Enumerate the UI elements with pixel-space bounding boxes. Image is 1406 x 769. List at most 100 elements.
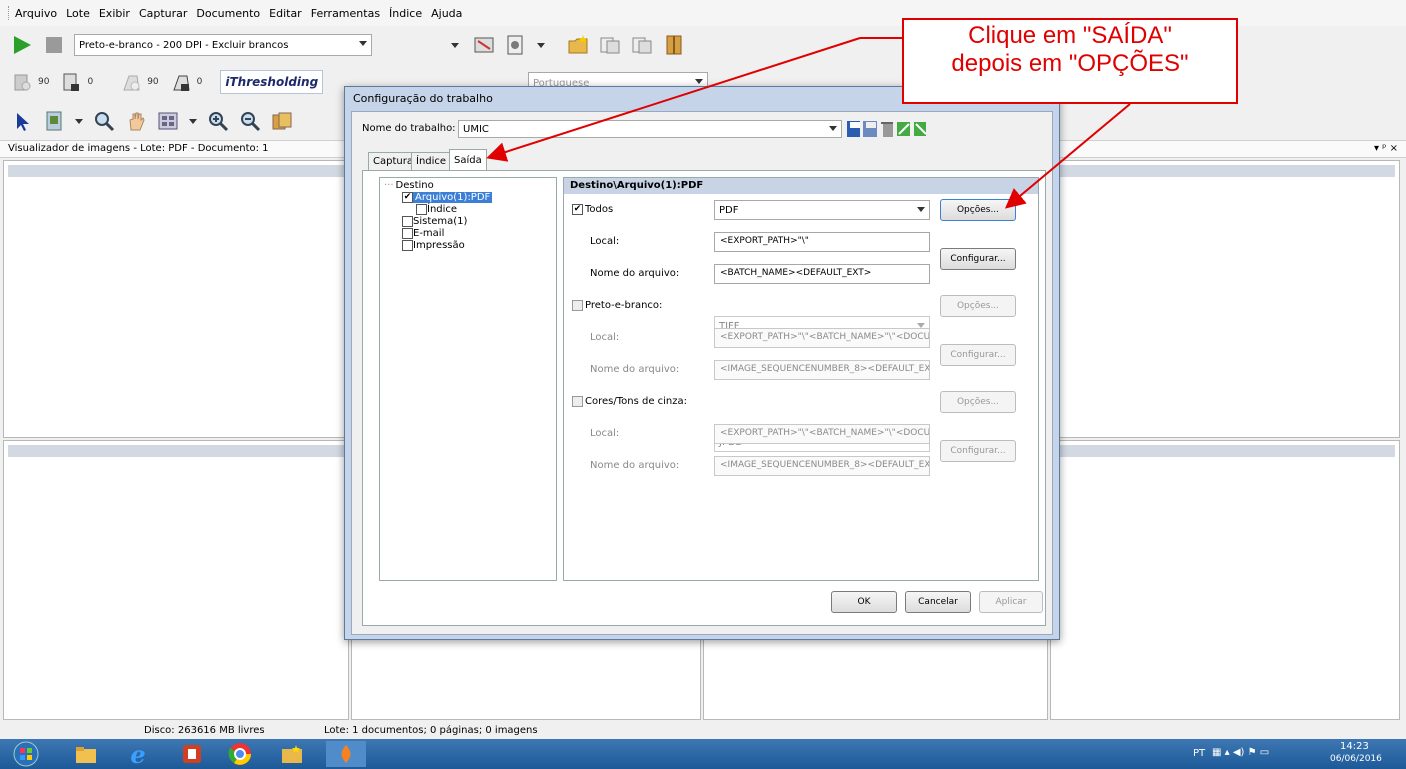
menu-capturar[interactable]: Capturar [139,7,187,20]
save-as-icon[interactable] [862,120,877,138]
internet-explorer-icon[interactable]: e [118,740,158,769]
hand-icon[interactable] [122,107,150,135]
filename-field[interactable]: <IMAGE_SEQUENCENUMBER_8><DEFAULT_EXT [714,360,930,380]
tab-saida[interactable]: Saída [449,149,487,170]
menu-exibir[interactable]: Exibir [99,7,130,20]
configure-label: Configurar... [950,254,1006,264]
capture-app-icon[interactable] [326,741,366,767]
brightness-icon[interactable] [8,68,36,96]
configure-button[interactable]: Configurar... [940,344,1016,366]
local-field[interactable]: <EXPORT_PATH>"\"<BATCH_NAME>"\"<DOCUM [714,424,930,444]
brightness-icon[interactable] [117,68,145,96]
tree-checkbox[interactable] [416,204,427,215]
options-button[interactable]: Opções... [940,391,1016,413]
status-bar: Disco: 263616 MB livres Lote: 1 document… [0,723,1406,739]
image-view-icon[interactable] [40,107,68,135]
tree-root-destino[interactable]: ··· Destino [384,180,434,191]
local-field[interactable]: <EXPORT_PATH>"\" [714,232,930,252]
configure-button[interactable]: Configurar... [940,248,1016,270]
ok-button[interactable]: OK [831,591,897,613]
apply-button[interactable]: Aplicar [979,591,1043,613]
menu-documento[interactable]: Documento [196,7,260,20]
dropdown-arrow-icon[interactable] [186,107,200,135]
image-pane[interactable] [3,440,349,720]
import-icon[interactable] [895,120,910,138]
batch-icon[interactable] [596,31,624,59]
tree-item-sistema[interactable]: Sistema(1) [402,216,467,227]
new-batch-icon[interactable] [564,31,592,59]
options-button[interactable]: Opções... [940,199,1016,221]
tree-checkbox[interactable]: ✔ [402,192,413,203]
tree-root-label: Destino [395,180,434,191]
job-name-value: UMIC [463,123,489,135]
delete-icon[interactable] [879,120,894,138]
filename-field[interactable]: <IMAGE_SEQUENCENUMBER_8><DEFAULT_EXT [714,456,930,476]
scanner-settings-icon[interactable] [470,31,498,59]
outlook-icon[interactable] [172,741,212,767]
tree-checkbox[interactable] [402,228,413,239]
image-pane[interactable] [1050,440,1400,720]
local-field[interactable]: <EXPORT_PATH>"\"<BATCH_NAME>"\"<DOCUM [714,328,930,348]
magnifier-icon[interactable] [90,107,118,135]
menu-ferramentas[interactable]: Ferramentas [311,7,380,20]
thumbnail-icon[interactable] [154,107,182,135]
dropdown-arrow-icon[interactable] [72,107,86,135]
explorer-icon[interactable] [66,741,106,767]
pane-header [8,445,344,457]
format-select[interactable]: PDF [714,200,930,220]
pointer-icon[interactable] [8,107,36,135]
language-indicator[interactable]: PT [1193,748,1205,759]
book-icon[interactable] [660,31,688,59]
checkbox[interactable]: ✔ [572,204,583,215]
image-pane[interactable] [3,160,349,438]
batch-status: Lote: 1 documentos; 0 páginas; 0 imagens [324,725,538,736]
pane-header [1055,165,1395,177]
zoom-in-icon[interactable] [204,107,232,135]
contrast-icon[interactable] [57,68,85,96]
bw-checkbox[interactable]: Preto-e-branco: [572,300,662,311]
ithresholding-button[interactable]: iThresholding [220,70,324,94]
batch-icon[interactable] [628,31,656,59]
tree-checkbox[interactable] [402,216,413,227]
profile-select[interactable]: Preto-e-branco - 200 DPI - Excluir branc… [74,34,372,56]
configure-button[interactable]: Configurar... [940,440,1016,462]
filename-field[interactable]: <BATCH_NAME><DEFAULT_EXT> [714,264,930,284]
checkbox[interactable] [572,396,583,407]
job-name-select[interactable]: UMIC [458,120,842,138]
tree-item-indice[interactable]: Índice [416,204,457,215]
tree-item-email[interactable]: E-mail [402,228,444,239]
menu-lote[interactable]: Lote [66,7,90,20]
cancel-button[interactable]: Cancelar [905,591,971,613]
zoom-out-icon[interactable] [236,107,264,135]
tree-checkbox[interactable] [402,240,413,251]
todos-checkbox[interactable]: ✔ Todos [572,204,613,215]
menu-ajuda[interactable]: Ajuda [431,7,462,20]
menu-editar[interactable]: Editar [269,7,302,20]
menu-arquivo[interactable]: Arquivo [15,7,57,20]
contrast-icon[interactable] [167,68,195,96]
tree-item-label: E-mail [413,228,445,239]
export-icon[interactable] [912,120,927,138]
options-button[interactable]: Opções... [940,295,1016,317]
color-checkbox[interactable]: Cores/Tons de cinza: [572,396,687,407]
play-icon[interactable] [8,31,36,59]
chevron-down-icon [829,126,837,131]
tray-icons[interactable]: ▦ ▴ ◀) ⚑ ▭ [1212,747,1292,761]
documents-icon[interactable] [268,107,296,135]
app-icon[interactable] [272,741,312,767]
menu-indice[interactable]: Índice [389,7,422,20]
chrome-icon[interactable] [220,741,260,767]
tree-item-arquivo-pdf[interactable]: ✔ Arquivo(1):PDF [402,192,493,203]
image-pane[interactable] [1050,160,1400,438]
stop-icon[interactable] [40,31,68,59]
dropdown-arrow-icon[interactable] [444,31,466,59]
checkbox[interactable] [572,300,583,311]
tree-item-impressao[interactable]: Impressão [402,240,465,251]
start-button[interactable] [6,741,46,767]
panel-controls-icon[interactable]: ▾ ᵖ × [1374,143,1398,154]
dropdown-arrow-icon[interactable] [534,31,548,59]
page-setup-icon[interactable] [502,31,530,59]
save-icon[interactable] [846,120,861,138]
chevron-down-icon [917,207,925,212]
tab-indice[interactable]: Índice [411,152,452,170]
